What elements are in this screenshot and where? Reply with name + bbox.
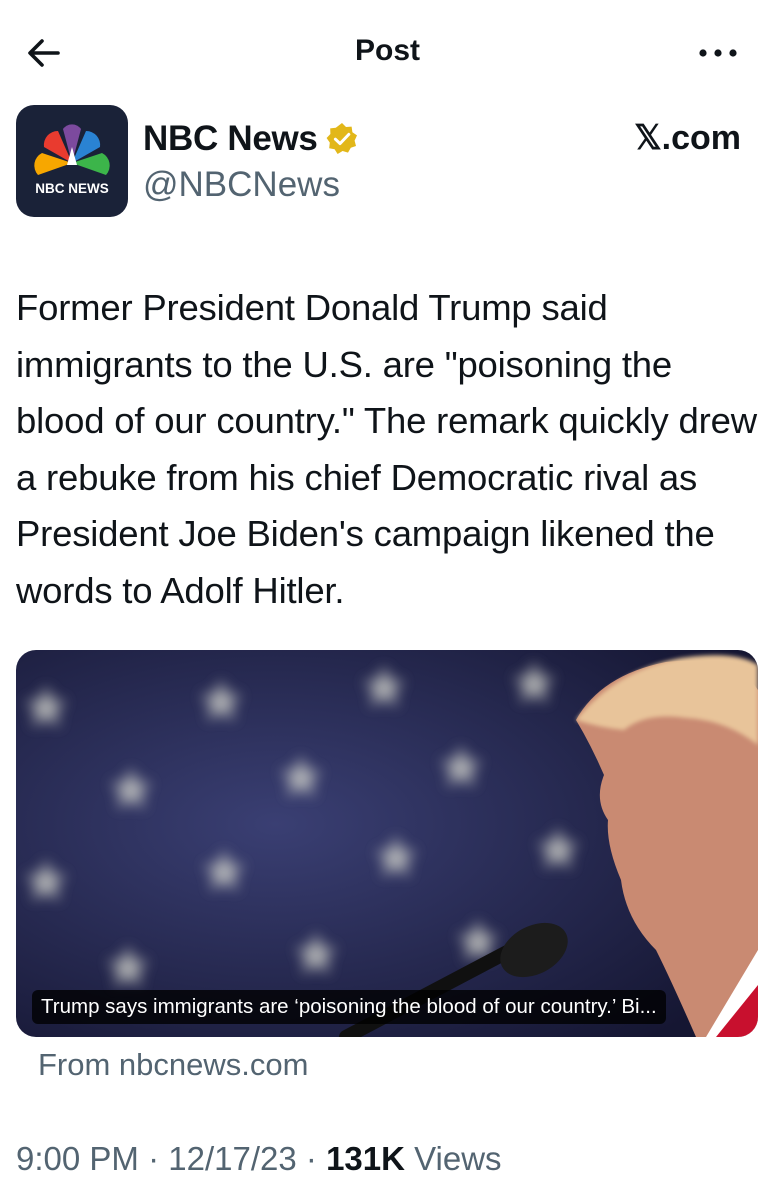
link-card-source[interactable]: From nbcnews.com (38, 1047, 308, 1083)
post-meta: 9:00 PM · 12/17/23 · 131K Views (16, 1140, 502, 1178)
meta-separator: · (305, 1140, 317, 1177)
more-horizontal-icon (699, 49, 737, 57)
views-count[interactable]: 131K (326, 1140, 405, 1177)
author-handle[interactable]: @NBCNews (143, 165, 340, 205)
views-label: Views (414, 1140, 502, 1177)
link-card-caption[interactable]: Trump says immigrants are ‘poisoning the… (32, 990, 666, 1024)
meta-separator: · (148, 1140, 160, 1177)
link-card-image[interactable] (16, 650, 758, 1037)
trump-speaking-photo (16, 650, 758, 1037)
nbc-peacock-logo: NBC NEWS (34, 124, 110, 196)
page-title: Post (354, 34, 420, 67)
avatar[interactable]: NBC NEWS (16, 105, 128, 217)
post-time[interactable]: 9:00 PM (16, 1140, 139, 1177)
avatar-label: NBC NEWS (35, 181, 109, 196)
more-options-button[interactable] (690, 38, 746, 68)
verified-badge-icon (326, 123, 357, 154)
x-com-label: 𝕏.com (634, 119, 741, 157)
author-name-row[interactable]: NBC News (143, 116, 360, 162)
post-text: Former President Donald Trump said immig… (16, 287, 757, 611)
top-bar: Post (0, 0, 775, 105)
display-name[interactable]: NBC News (143, 119, 318, 159)
post-date[interactable]: 12/17/23 (168, 1140, 296, 1177)
